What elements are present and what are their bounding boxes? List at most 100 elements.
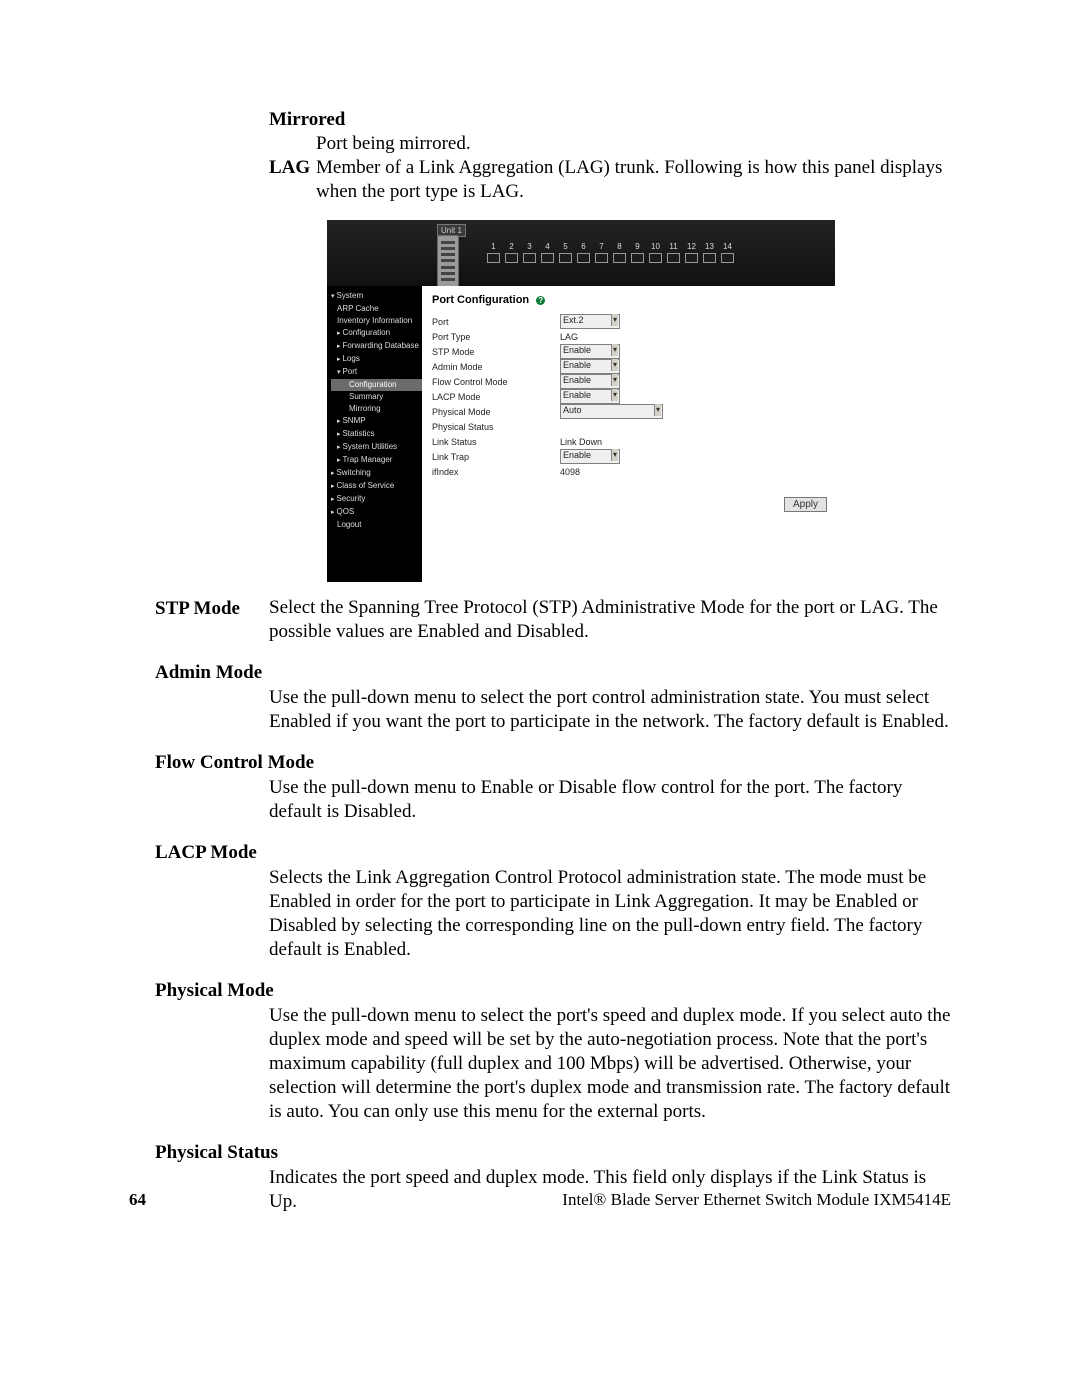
footer: 64 Intel® Blade Server Ethernet Switch M… xyxy=(129,1190,951,1210)
port-slot[interactable] xyxy=(721,253,734,263)
term-mirrored: Mirrored xyxy=(269,108,951,132)
form-row: LACP ModeEnable xyxy=(432,389,827,404)
nav-item[interactable]: Class of Service xyxy=(331,480,426,493)
form-select[interactable]: Enable xyxy=(560,344,620,359)
nav-item[interactable]: Inventory Information xyxy=(331,315,426,327)
form-label: ifIndex xyxy=(432,467,560,477)
port-slot[interactable] xyxy=(613,253,626,263)
nav-tree[interactable]: SystemARP CacheInventory InformationConf… xyxy=(327,286,429,582)
form-label: Admin Mode xyxy=(432,362,560,372)
shot-topbar: Unit 1 1234567891011121314 xyxy=(327,220,835,287)
nav-item[interactable]: Logs xyxy=(331,353,426,366)
nav-item[interactable]: Configuration xyxy=(331,379,426,391)
form-row: ifIndex4098 xyxy=(432,464,827,479)
nav-item[interactable]: Logout xyxy=(331,519,426,531)
port-num: 1 xyxy=(487,242,500,251)
nav-item[interactable]: Mirroring xyxy=(331,403,426,415)
footer-title: Intel® Blade Server Ethernet Switch Modu… xyxy=(562,1190,951,1210)
rack-icon xyxy=(437,235,459,287)
port-num: 9 xyxy=(631,242,644,251)
port-num: 14 xyxy=(721,242,734,251)
form-row: Port TypeLAG xyxy=(432,329,827,344)
port-slot[interactable] xyxy=(703,253,716,263)
row-stp: STP Mode Select the Spanning Tree Protoc… xyxy=(129,596,951,644)
nav-item[interactable]: Security xyxy=(331,493,426,506)
form-label: STP Mode xyxy=(432,347,560,357)
port-slot[interactable] xyxy=(667,253,680,263)
nav-item[interactable]: Trap Manager xyxy=(331,454,426,467)
nav-item[interactable]: Switching xyxy=(331,467,426,480)
port-num: 5 xyxy=(559,242,572,251)
port-slot[interactable] xyxy=(541,253,554,263)
nav-item[interactable]: SNMP xyxy=(331,415,426,428)
nav-item[interactable]: QOS xyxy=(331,506,426,519)
nav-item[interactable]: Statistics xyxy=(331,428,426,441)
shot-main: Port Configuration ? PortExt.2Port TypeL… xyxy=(422,286,835,582)
port-slot[interactable] xyxy=(685,253,698,263)
form-select[interactable]: Auto xyxy=(560,404,663,419)
term-admin: Admin Mode xyxy=(155,660,951,686)
body-phymode: Use the pull-down menu to select the por… xyxy=(269,1004,951,1124)
form-label: Port Type xyxy=(432,332,560,342)
port-num: 6 xyxy=(577,242,590,251)
form-row: Flow Control ModeEnable xyxy=(432,374,827,389)
port-slot[interactable] xyxy=(649,253,662,263)
nav-item[interactable]: Port xyxy=(331,366,426,379)
form-label: Physical Mode xyxy=(432,407,560,417)
form-value: Link Down xyxy=(560,437,602,447)
form-row: Link TrapEnable xyxy=(432,449,827,464)
form-select[interactable]: Enable xyxy=(560,389,620,404)
nav-item[interactable]: ARP Cache xyxy=(331,303,426,315)
port-num: 10 xyxy=(649,242,662,251)
form-label: Link Status xyxy=(432,437,560,447)
body-mirrored: Port being mirrored. xyxy=(316,132,951,156)
form-row: Link StatusLink Down xyxy=(432,434,827,449)
port-num: 2 xyxy=(505,242,518,251)
port-slot[interactable] xyxy=(505,253,518,263)
form-value: LAG xyxy=(560,332,578,342)
form-select[interactable]: Enable xyxy=(560,359,620,374)
panel-title: Port Configuration ? xyxy=(432,294,827,306)
row-lag: LAG Member of a Link Aggregation (LAG) t… xyxy=(269,156,951,204)
term-flow: Flow Control Mode xyxy=(155,750,951,776)
port-slot[interactable] xyxy=(523,253,536,263)
page-number: 64 xyxy=(129,1190,146,1210)
form-row: STP ModeEnable xyxy=(432,344,827,359)
embedded-screenshot: Unit 1 1234567891011121314 SystemARP Cac… xyxy=(327,220,835,582)
body-lacp: Selects the Link Aggregation Control Pro… xyxy=(269,866,951,962)
form-select[interactable]: Enable xyxy=(560,374,620,389)
form-label: LACP Mode xyxy=(432,392,560,402)
body-lag: Member of a Link Aggregation (LAG) trunk… xyxy=(316,156,951,204)
nav-item[interactable]: Summary xyxy=(331,391,426,403)
panel-title-text: Port Configuration xyxy=(432,294,529,306)
form-label: Link Trap xyxy=(432,452,560,462)
port-num: 4 xyxy=(541,242,554,251)
form-row: PortExt.2 xyxy=(432,314,827,329)
port-slot[interactable] xyxy=(577,253,590,263)
term-phymode: Physical Mode xyxy=(155,978,951,1004)
nav-item[interactable]: Forwarding Database xyxy=(331,340,426,353)
nav-item[interactable]: System Utilities xyxy=(331,441,426,454)
port-num: 13 xyxy=(703,242,716,251)
help-icon[interactable]: ? xyxy=(536,296,545,305)
form-select[interactable]: Ext.2 xyxy=(560,314,620,329)
form-label: Port xyxy=(432,317,560,327)
body-admin: Use the pull-down menu to select the por… xyxy=(269,686,951,734)
port-num: 8 xyxy=(613,242,626,251)
nav-item[interactable]: System xyxy=(331,290,426,303)
form-label: Flow Control Mode xyxy=(432,377,560,387)
form-label: Physical Status xyxy=(432,422,560,432)
port-num: 3 xyxy=(523,242,536,251)
body-stp: Select the Spanning Tree Protocol (STP) … xyxy=(269,596,951,644)
port-slot[interactable] xyxy=(559,253,572,263)
body-flow: Use the pull-down menu to Enable or Disa… xyxy=(269,776,951,824)
form-select[interactable]: Enable xyxy=(560,449,620,464)
form-row: Physical ModeAuto xyxy=(432,404,827,419)
nav-item[interactable]: Configuration xyxy=(331,327,426,340)
port-slot[interactable] xyxy=(631,253,644,263)
term-stp: STP Mode xyxy=(155,596,269,644)
port-slot[interactable] xyxy=(595,253,608,263)
port-slot[interactable] xyxy=(487,253,500,263)
apply-button[interactable]: Apply xyxy=(784,497,827,512)
form-row: Physical Status xyxy=(432,419,827,434)
